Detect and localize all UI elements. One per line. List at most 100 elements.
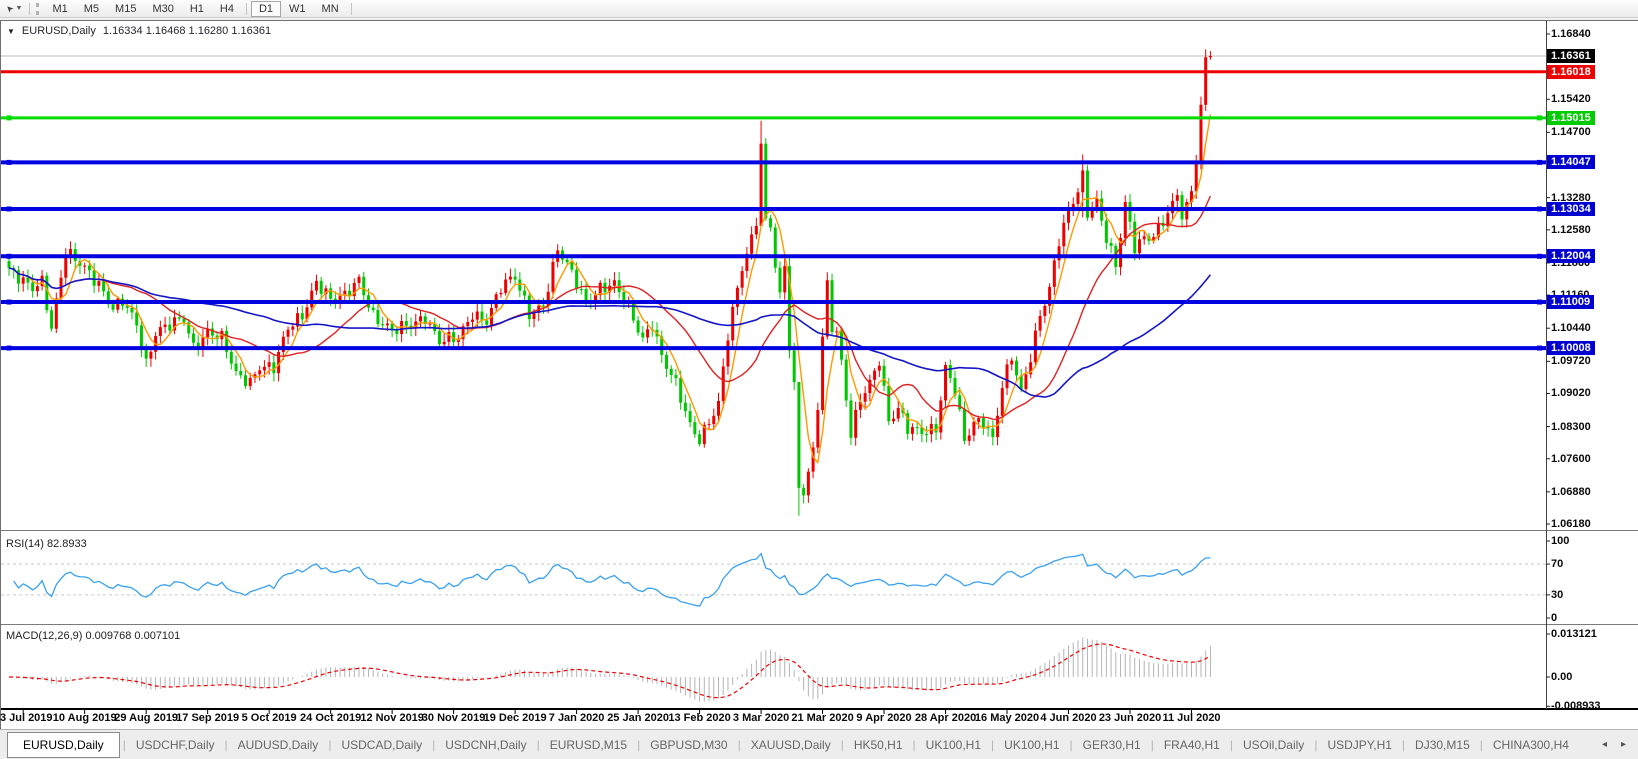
price-axis-tick: 1.07600 — [1551, 452, 1591, 466]
date-axis-label: 12 Nov 2019 — [360, 712, 424, 724]
timeframe-button-m5[interactable]: M5 — [76, 1, 107, 17]
toolbar-divider — [246, 3, 247, 15]
chart-tab-hk50-h1[interactable]: HK50,H1 — [845, 738, 912, 752]
toolbar-grip-handle[interactable] — [36, 3, 39, 15]
tab-scroll-left-icon[interactable]: ◂ — [1602, 739, 1607, 750]
horizontal-line[interactable] — [1, 206, 1546, 211]
top-toolbar: ➤ ▼ M1M5M15M30H1H4 D1W1MN — [0, 0, 1638, 18]
macd-axis-tick: -0.008933 — [1551, 699, 1601, 713]
rsi-label: RSI(14) 82.8933 — [6, 538, 87, 550]
date-axis-label: 28 Apr 2020 — [915, 712, 976, 724]
price-axis-tick: 1.14700 — [1551, 125, 1591, 139]
timeframe-button-w1[interactable]: W1 — [281, 1, 314, 17]
horizontal-line[interactable] — [1, 115, 1546, 120]
chart-tab-xauusd-daily[interactable]: XAUUSD,Daily — [742, 738, 840, 752]
date-axis-label: 30 Nov 2019 — [422, 712, 486, 724]
chart-tab-dj30-m15[interactable]: DJ30,M15 — [1406, 738, 1479, 752]
chart-tab-usdcad-daily[interactable]: USDCAD,Daily — [332, 738, 431, 752]
chart-tab-usdjpy-h1[interactable]: USDJPY,H1 — [1318, 738, 1400, 752]
date-axis-label: 19 Dec 2019 — [484, 712, 547, 724]
date-axis-label: 5 Oct 2019 — [242, 712, 297, 724]
date-axis-label: 3 Mar 2020 — [733, 712, 789, 724]
date-axis-label: 11 Jul 2020 — [1162, 712, 1220, 724]
ma-line-20 — [9, 196, 1210, 419]
chart-tab-audusd-daily[interactable]: AUDUSD,Daily — [229, 738, 328, 752]
timeframe-button-h1[interactable]: H1 — [182, 1, 212, 17]
price-line-badge: 1.12004 — [1547, 249, 1595, 263]
macd-axis-tick: 0.013121 — [1551, 627, 1597, 641]
date-axis-label: 17 Sep 2019 — [176, 712, 239, 724]
chart-tab-usdchf-daily[interactable]: USDCHF,Daily — [127, 738, 224, 752]
chart-tab-gbpusd-m30[interactable]: GBPUSD,M30 — [641, 738, 736, 752]
macd-label: MACD(12,26,9) 0.009768 0.007101 — [6, 630, 180, 642]
price-line-badge: 1.10008 — [1547, 341, 1595, 355]
tab-scrollers: ◂▸ — [1602, 739, 1626, 750]
rsi-axis-tick: 100 — [1551, 534, 1569, 548]
price-line-badge: 1.13034 — [1547, 202, 1595, 216]
chart-tab-uk100-h1[interactable]: UK100,H1 — [995, 738, 1068, 752]
price-line-badge: 1.16018 — [1547, 65, 1595, 79]
date-axis-label: 9 Apr 2020 — [856, 712, 911, 724]
date-axis-label: 24 Oct 2019 — [300, 712, 361, 724]
rsi-axis-tick: 0 — [1551, 611, 1557, 625]
chart-window: ▼ EURUSD,Daily 1.16334 1.16468 1.16280 1… — [0, 20, 1638, 729]
date-axis-label: 16 May 2020 — [975, 712, 1039, 724]
macd-axis-tick: 0.00 — [1551, 670, 1572, 684]
date-axis-label: 23 Jun 2020 — [1099, 712, 1161, 724]
timeframe-button-m30[interactable]: M30 — [144, 1, 181, 17]
price-line-badge: 1.15015 — [1547, 111, 1595, 125]
chart-tab-ger30-h1[interactable]: GER30,H1 — [1074, 738, 1150, 752]
date-axis-label: 13 Feb 2020 — [668, 712, 730, 724]
price-axis-tick: 1.06880 — [1551, 485, 1591, 499]
timeframe-buttons: M1M5M15M30H1H4 D1W1MN — [44, 1, 355, 17]
toolbar-divider — [29, 3, 30, 15]
timeframe-button-d1[interactable]: D1 — [251, 1, 281, 17]
timeframe-button-mn[interactable]: MN — [314, 1, 347, 17]
chart-tab-usoil-daily[interactable]: USOil,Daily — [1234, 738, 1313, 752]
date-axis-label: 4 Jun 2020 — [1040, 712, 1096, 724]
horizontal-line[interactable] — [1, 300, 1546, 305]
price-axis-tick: 1.15420 — [1551, 92, 1591, 106]
chart-ohlc-values: 1.16334 1.16468 1.16280 1.16361 — [103, 25, 271, 37]
date-axis-label: 10 Aug 2019 — [53, 712, 117, 724]
chart-tab-usdcnh-daily[interactable]: USDCNH,Daily — [436, 738, 535, 752]
chart-symbol-label: EURUSD,Daily — [22, 25, 96, 37]
chart-tab-china300-h4[interactable]: CHINA300,H4 — [1484, 738, 1578, 752]
price-axis-tick: 1.06180 — [1551, 517, 1591, 531]
macd-histogram — [9, 638, 1210, 702]
horizontal-line[interactable] — [1, 346, 1546, 351]
rsi-axis-tick: 70 — [1551, 557, 1563, 571]
horizontal-line[interactable] — [1, 160, 1546, 165]
date-axis-label: 7 Jan 2020 — [549, 712, 605, 724]
chart-tab-fra40-h1[interactable]: FRA40,H1 — [1155, 738, 1229, 752]
price-axis-tick: 1.08300 — [1551, 420, 1591, 434]
rsi-axis-tick: 30 — [1551, 588, 1563, 602]
chart-tab-eurusd-daily[interactable]: EURUSD,Daily — [7, 732, 120, 758]
price-line-badge: 1.11009 — [1547, 295, 1594, 309]
price-line-badge: 1.14047 — [1547, 155, 1595, 169]
tab-scroll-right-icon[interactable]: ▸ — [1621, 739, 1626, 750]
price-axis-tick: 1.09720 — [1551, 354, 1591, 368]
timeframe-button-h4[interactable]: H4 — [212, 1, 242, 17]
chart-tab-eurusd-m15[interactable]: EURUSD,M15 — [541, 738, 636, 752]
timeframe-button-m15[interactable]: M15 — [107, 1, 144, 17]
price-line-badge: 1.16361 — [1547, 49, 1595, 63]
date-axis-label: 21 Mar 2020 — [791, 712, 853, 724]
macd-signal-line — [9, 644, 1210, 698]
horizontal-line[interactable] — [1, 254, 1546, 259]
timeframe-button-m1[interactable]: M1 — [44, 1, 75, 17]
cursor-tool-icon[interactable]: ➤ — [3, 2, 16, 15]
chart-title: ▼ EURUSD,Daily 1.16334 1.16468 1.16280 1… — [7, 25, 271, 37]
chart-tab-bar: EURUSD,Daily|USDCHF,Daily|AUDUSD,Daily|U… — [0, 729, 1638, 759]
chart-tab-uk100-h1[interactable]: UK100,H1 — [917, 738, 990, 752]
date-axis-label: 25 Jan 2020 — [607, 712, 669, 724]
date-axis-label: 23 Jul 2019 — [0, 712, 53, 724]
date-axis-label: 29 Aug 2019 — [114, 712, 178, 724]
price-axis-tick: 1.09020 — [1551, 386, 1591, 400]
chart-canvas[interactable] — [1, 21, 1638, 729]
price-axis-tick: 1.10440 — [1551, 321, 1591, 335]
collapse-triangle-icon[interactable]: ▼ — [7, 27, 15, 36]
price-axis-tick: 1.16840 — [1551, 27, 1591, 41]
price-axis-tick: 1.12580 — [1551, 223, 1591, 237]
chevron-down-icon[interactable]: ▼ — [16, 5, 23, 12]
